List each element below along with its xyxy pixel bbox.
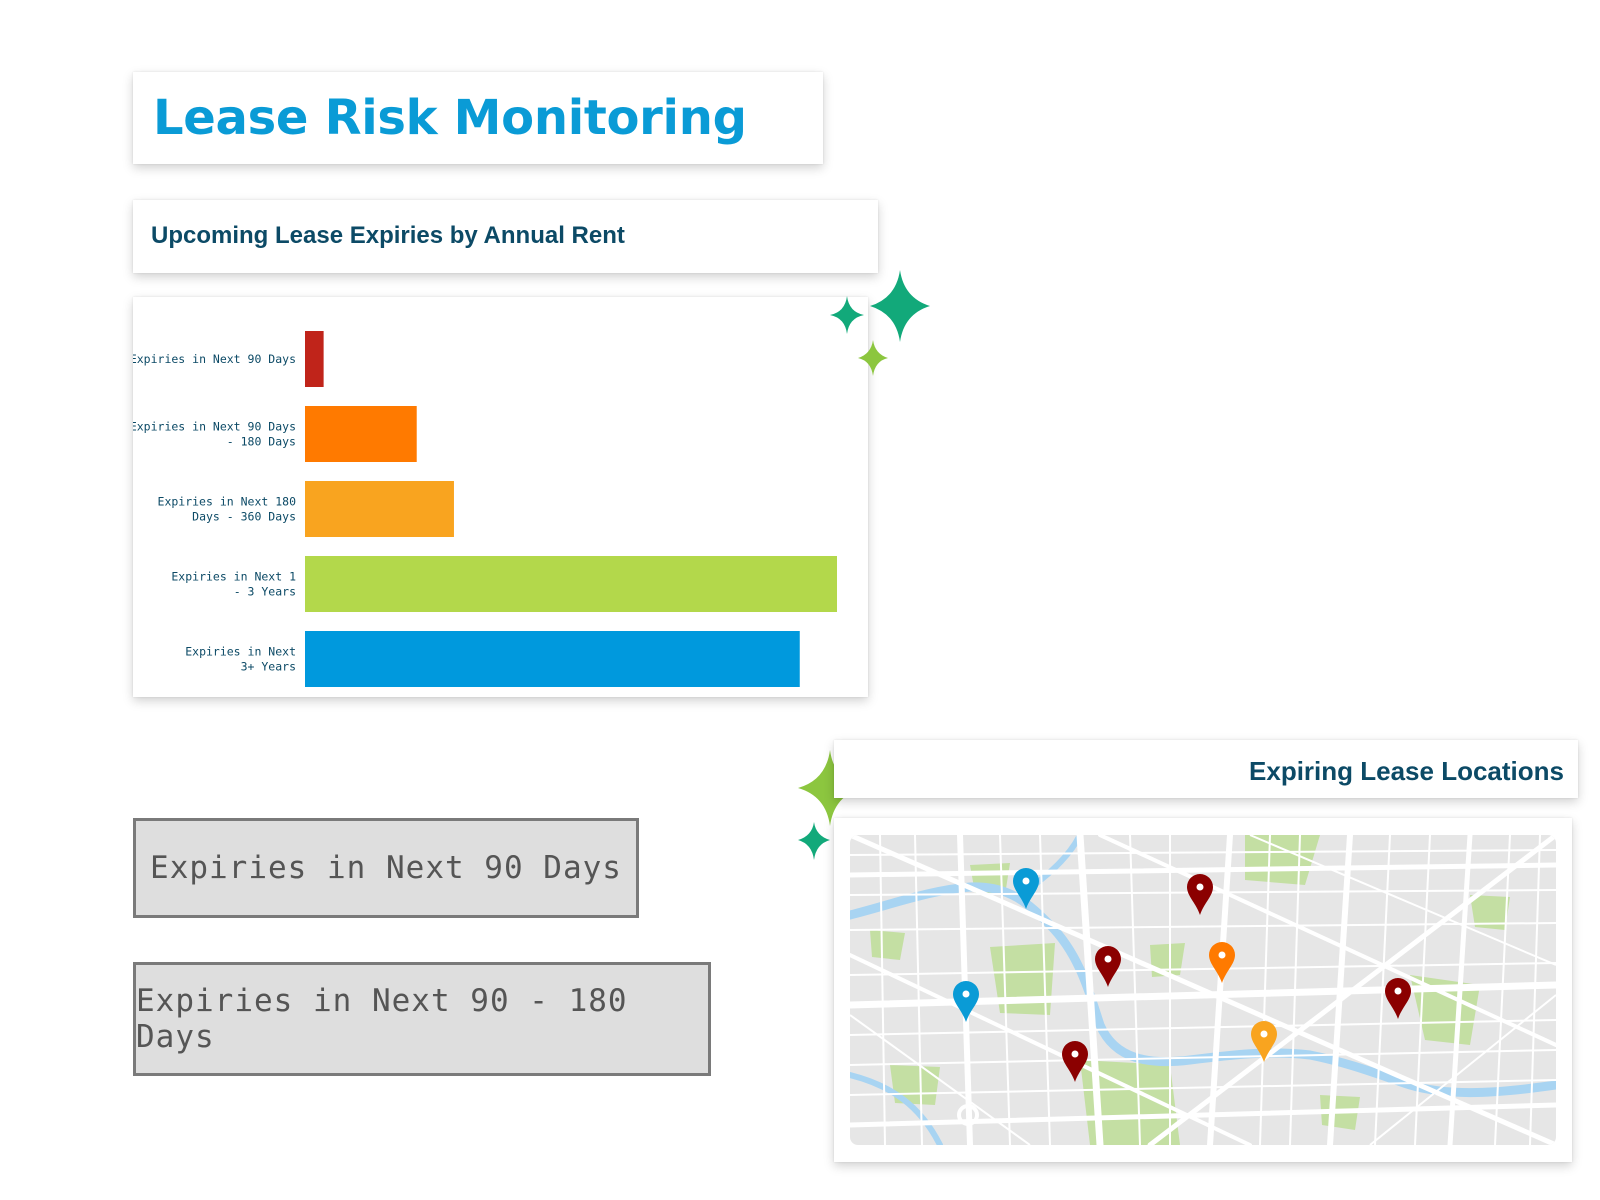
sparkle-icon <box>858 340 888 376</box>
map-title: Expiring Lease Locations <box>1249 756 1564 786</box>
chart-card: Expiries in Next 90 Days Expiries in Next… <box>133 297 868 697</box>
y-tick-label: Expiries in Next 90 Days - 180 Days <box>133 420 296 449</box>
filter-button-next-90-days[interactable]: Expiries in Next 90 Days <box>133 818 639 918</box>
y-tick-label: Expiries in Next 90 Days <box>133 352 296 366</box>
chart-title: Upcoming Lease Expiries by Annual Rent <box>151 222 625 249</box>
bar-5[interactable] <box>305 631 800 687</box>
y-tick-label: Expiries in Next 180 Days - 360 Days <box>158 495 297 524</box>
sparkle-icon <box>870 270 930 342</box>
sparkle-icon <box>830 296 864 334</box>
page-title: Lease Risk Monitoring <box>153 90 747 146</box>
page-title-card: Lease Risk Monitoring <box>133 72 823 164</box>
y-tick-label: Expiries in Next 1- 3 Years <box>171 570 296 599</box>
chart-title-card: Upcoming Lease Expiries by Annual Rent <box>133 200 878 273</box>
y-tick-label: Expiries in Next 3+ Years <box>185 645 296 674</box>
sparkle-icon-group-top <box>830 270 930 376</box>
bar-2[interactable] <box>305 406 417 462</box>
city-map[interactable] <box>850 835 1556 1145</box>
filter-button-next-90-180-days[interactable]: Expiries in Next 90 - 180 Days <box>133 962 711 1076</box>
bar-3[interactable] <box>305 481 454 537</box>
sparkle-icon <box>798 822 830 860</box>
bar-chart: Expiries in Next 90 Days Expiries in Next… <box>133 331 837 687</box>
map-card <box>834 818 1572 1162</box>
map-title-card: Expiring Lease Locations <box>834 740 1578 798</box>
bar-1[interactable] <box>305 331 324 387</box>
bar-4[interactable] <box>305 556 837 612</box>
